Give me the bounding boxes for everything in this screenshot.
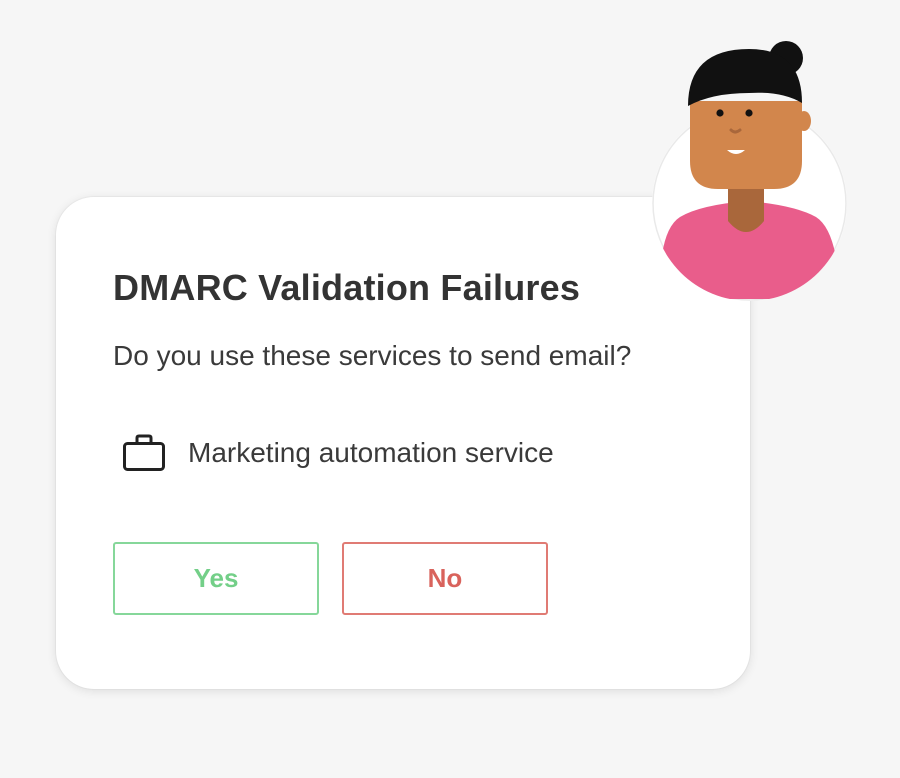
service-item: Marketing automation service — [122, 433, 554, 473]
dialog-title: DMARC Validation Failures — [113, 267, 581, 308]
no-button[interactable]: No — [342, 542, 548, 615]
dmarc-dialog-card: DMARC Validation Failures Do you use the… — [56, 197, 750, 689]
service-label: Marketing automation service — [188, 437, 554, 468]
yes-button[interactable]: Yes — [113, 542, 319, 615]
person-avatar-icon — [652, 41, 847, 301]
dialog-question: Do you use these services to send email? — [113, 340, 632, 371]
briefcase-icon — [123, 434, 165, 471]
